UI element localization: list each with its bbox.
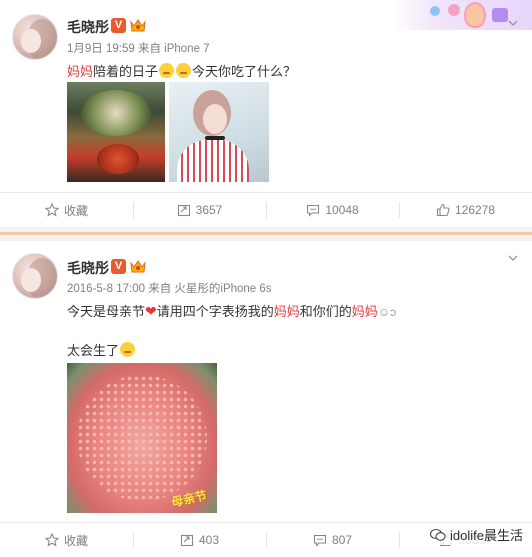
watermark: idolife晨生活 <box>427 524 526 545</box>
wechat-icon <box>430 528 446 541</box>
star-icon <box>44 203 59 217</box>
text-fragment: 今天你吃了什么？ <box>192 64 297 79</box>
emoji-icon <box>176 63 192 78</box>
post-text: 今天是母亲节❤请用四个字表扬我的妈妈和你们的妈妈☺ↄ <box>67 301 396 320</box>
comment-icon <box>307 204 320 217</box>
post-text-line: 太会生了 <box>67 340 136 359</box>
star-icon <box>44 533 59 547</box>
post-image[interactable]: 母亲节 <box>67 363 217 513</box>
post-meta: 2016-5-8 17:00 来自 火星彤的iPhone 6s <box>67 283 272 295</box>
keyword-link[interactable]: 妈妈 <box>352 304 378 319</box>
comment-count: 10048 <box>325 203 359 217</box>
text-fragment: 太会生了 <box>67 343 120 358</box>
emoji-icon <box>159 63 175 78</box>
avatar[interactable] <box>12 14 58 60</box>
comment-count: 807 <box>331 533 353 547</box>
post-image[interactable] <box>169 82 269 182</box>
text-fragment: 今天是母亲节 <box>67 304 146 319</box>
action-bar: 收藏 3657 10048 126278 <box>0 192 532 226</box>
favorite-button[interactable]: 收藏 <box>0 523 133 557</box>
keyword-link[interactable]: 妈妈 <box>67 64 93 79</box>
crown-icon[interactable] <box>130 18 146 33</box>
repost-count: 403 <box>198 533 220 547</box>
weibo-post: 毛晓彤 V 1月9日 19:59 来自 iPhone 7 妈妈陪着的日子 今天你吃… <box>0 0 532 227</box>
comment-button[interactable]: 10048 <box>266 193 399 227</box>
repost-icon <box>177 204 190 217</box>
like-button[interactable]: 126278 <box>399 193 532 227</box>
post-image[interactable] <box>67 82 165 182</box>
comment-button[interactable]: 807 <box>266 523 399 557</box>
emoji-icon <box>120 342 136 357</box>
chevron-down-icon[interactable] <box>508 18 518 28</box>
text-fragment: 陪着的日子 <box>93 64 159 79</box>
favorite-label: 收藏 <box>63 533 88 548</box>
repost-count: 3657 <box>195 203 223 217</box>
repost-icon <box>180 534 194 547</box>
post-meta: 1月9日 19:59 来自 iPhone 7 <box>67 43 210 55</box>
avatar[interactable] <box>12 253 58 299</box>
post-separator <box>0 227 532 241</box>
favorite-label: 收藏 <box>63 203 88 218</box>
verified-icon[interactable]: V <box>111 18 126 33</box>
heart-icon: ❤ <box>145 303 157 319</box>
text-fragment: 和你们的 <box>299 304 352 319</box>
favorite-button[interactable]: 收藏 <box>0 193 133 227</box>
weibo-post: 毛晓彤 V 2016-5-8 17:00 来自 火星彤的iPhone 6s 今天… <box>0 241 532 555</box>
keyword-link[interactable]: 妈妈 <box>274 304 300 319</box>
repost-button[interactable]: 403 <box>133 523 266 557</box>
post-text: 妈妈陪着的日子 今天你吃了什么？ <box>67 61 296 80</box>
comment-icon <box>313 534 327 547</box>
author-name[interactable]: 毛晓彤 <box>67 17 109 37</box>
chevron-down-icon[interactable] <box>508 253 518 263</box>
verified-icon[interactable]: V <box>111 259 126 274</box>
like-count: 126278 <box>454 203 496 217</box>
watermark-text: idolife晨生活 <box>450 528 523 543</box>
author-name[interactable]: 毛晓彤 <box>67 258 109 278</box>
repost-button[interactable]: 3657 <box>133 193 266 227</box>
thumbs-up-icon <box>436 203 450 217</box>
text-fragment: 请用四个字表扬我的 <box>156 304 274 319</box>
crown-icon[interactable] <box>130 259 146 274</box>
emoji-icon: ☺ↄ <box>377 305 397 319</box>
